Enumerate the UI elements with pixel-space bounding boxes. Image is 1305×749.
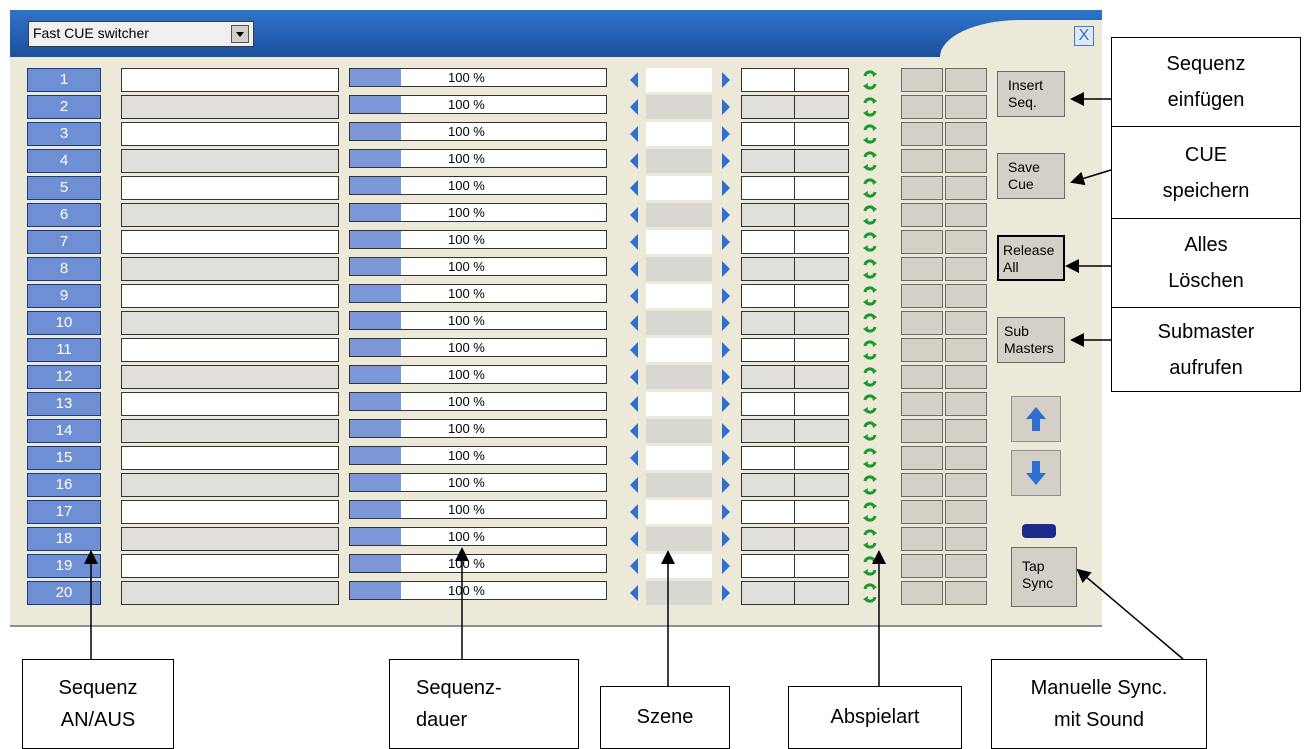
arrow-save-cue (1070, 169, 1112, 186)
arrow-tap-sync (1076, 568, 1184, 660)
annotation-arrows (84, 92, 1184, 686)
